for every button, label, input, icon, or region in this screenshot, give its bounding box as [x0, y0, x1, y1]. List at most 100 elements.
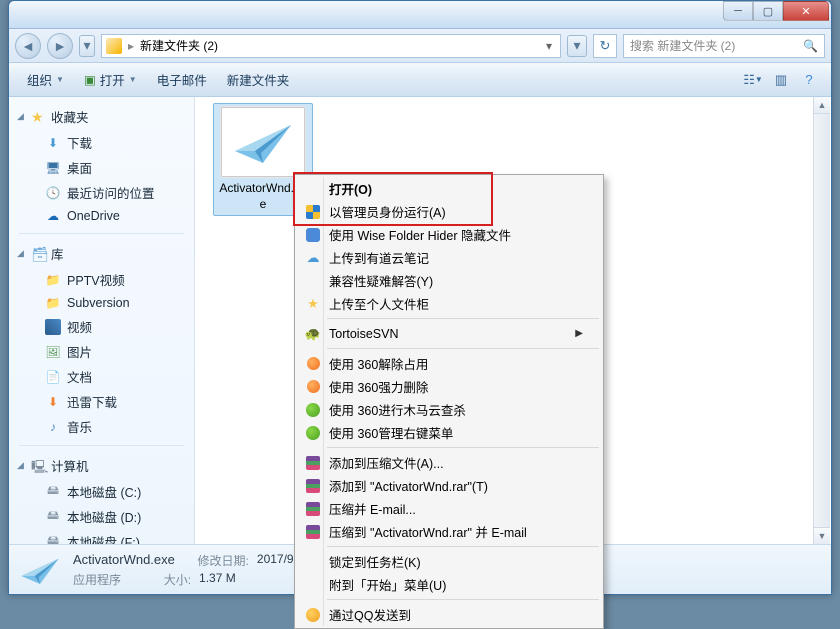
toolbar: 组织▼ ▣打开▼ 电子邮件 新建文件夹 ☷ ▼ ▥ ?	[9, 63, 831, 97]
ctx-pin-taskbar[interactable]: 锁定到任务栏(K)	[297, 550, 601, 573]
status-filename: ActivatorWnd.exe	[73, 552, 175, 569]
breadcrumb[interactable]: ▸ 新建文件夹 (2) ▾	[101, 34, 561, 58]
breadcrumb-path: 新建文件夹 (2)	[140, 37, 218, 54]
cloud-icon: ☁	[304, 249, 322, 267]
file-thumbnail	[221, 107, 305, 177]
open-menu[interactable]: ▣打开▼	[76, 66, 145, 93]
ctx-pin-start[interactable]: 附到「开始」菜单(U)	[297, 573, 601, 596]
breadcrumb-dropdown[interactable]: ▾	[542, 39, 556, 53]
sidebar-item-thunder[interactable]: ⬇迅雷下载	[9, 389, 194, 414]
ctx-open[interactable]: 打开(O)	[297, 177, 601, 200]
sidebar-item-drive-d[interactable]: 🖴本地磁盘 (D:)	[9, 504, 194, 529]
minimize-button[interactable]: ─	[723, 1, 753, 21]
disk-icon: 🖴	[45, 534, 61, 545]
ctx-wise-hide[interactable]: 使用 Wise Folder Hider 隐藏文件	[297, 223, 601, 246]
360-icon	[307, 357, 320, 370]
computer-icon: 🖳	[31, 458, 47, 474]
library-icon: 🗃	[31, 246, 47, 262]
history-dropdown[interactable]: ▾	[79, 35, 95, 57]
ctx-run-as-admin[interactable]: 以管理员身份运行(A)	[297, 200, 601, 223]
documents-icon: 📄	[45, 369, 61, 385]
libraries-header[interactable]: ◢ 🗃 库	[9, 240, 194, 267]
disk-icon: 🖴	[45, 484, 61, 500]
navigation-pane: ◢ ★ 收藏夹 ⬇下载 🖥桌面 🕓最近访问的位置 ☁OneDrive ◢ 🗃 库…	[9, 97, 195, 544]
new-folder-button[interactable]: 新建文件夹	[219, 66, 298, 93]
ctx-add-to-rar[interactable]: 添加到 "ActivatorWnd.rar"(T)	[297, 474, 601, 497]
onedrive-icon: ☁	[45, 208, 61, 224]
rar-icon	[306, 502, 320, 516]
collapse-icon: ◢	[17, 460, 27, 471]
favorites-header[interactable]: ◢ ★ 收藏夹	[9, 103, 194, 130]
sidebar-item-downloads[interactable]: ⬇下载	[9, 130, 194, 155]
ctx-360-unlock[interactable]: 使用 360解除占用	[297, 352, 601, 375]
ctx-send-qq[interactable]: 通过QQ发送到	[297, 603, 601, 626]
folder-icon	[106, 38, 122, 54]
scroll-down-button[interactable]: ▼	[814, 527, 830, 544]
search-input[interactable]: 搜索 新建文件夹 (2) 🔍	[623, 34, 825, 58]
collapse-icon: ◢	[17, 111, 27, 122]
view-options-button[interactable]: ☷ ▼	[741, 69, 765, 91]
address-bar: ◄ ► ▾ ▸ 新建文件夹 (2) ▾ ▾ ↻ 搜索 新建文件夹 (2) 🔍	[9, 29, 831, 63]
sidebar-item-recent[interactable]: 🕓最近访问的位置	[9, 180, 194, 205]
folder-icon: 📁	[45, 295, 61, 311]
sidebar-item-drive-e[interactable]: 🖴本地磁盘 (F:)	[9, 529, 194, 544]
refresh-button[interactable]: ↻	[593, 34, 617, 58]
recent-icon: 🕓	[45, 185, 61, 201]
ctx-compat-troubleshoot[interactable]: 兼容性疑难解答(Y)	[297, 269, 601, 292]
wise-icon	[306, 228, 320, 242]
previous-locations-button[interactable]: ▾	[567, 35, 587, 57]
sidebar-item-pictures[interactable]: 🖼图片	[9, 339, 194, 364]
star-icon: ★	[31, 109, 47, 125]
ctx-360-manage-menu[interactable]: 使用 360管理右键菜单	[297, 421, 601, 444]
ctx-tortoisesvn[interactable]: 🐢TortoiseSVN▶	[297, 322, 601, 345]
sidebar-item-music[interactable]: ♪音乐	[9, 414, 194, 439]
collapse-icon: ◢	[17, 248, 27, 259]
organize-menu[interactable]: 组织▼	[19, 66, 72, 93]
thunder-icon: ⬇	[45, 394, 61, 410]
status-thumbnail	[19, 552, 61, 588]
scrollbar-vertical[interactable]: ▲ ▼	[813, 97, 830, 544]
sidebar-item-documents[interactable]: 📄文档	[9, 364, 194, 389]
video-icon	[45, 319, 61, 335]
ctx-upload-cabinet[interactable]: ★上传至个人文件柜	[297, 292, 601, 315]
computer-header[interactable]: ◢ 🖳 计算机	[9, 452, 194, 479]
email-button[interactable]: 电子邮件	[149, 66, 215, 93]
ctx-add-archive[interactable]: 添加到压缩文件(A)...	[297, 451, 601, 474]
preview-pane-button[interactable]: ▥	[769, 69, 793, 91]
ctx-360-scan[interactable]: 使用 360进行木马云查杀	[297, 398, 601, 421]
search-placeholder: 搜索 新建文件夹 (2)	[630, 37, 735, 54]
disk-icon: 🖴	[45, 509, 61, 525]
status-type: 应用程序	[73, 571, 121, 588]
360-icon	[306, 426, 320, 440]
ctx-compress-email[interactable]: 压缩并 E-mail...	[297, 497, 601, 520]
360-icon	[306, 403, 320, 417]
search-icon: 🔍	[803, 39, 818, 53]
download-icon: ⬇	[45, 135, 61, 151]
ctx-youdao-upload[interactable]: ☁上传到有道云笔记	[297, 246, 601, 269]
rar-icon	[306, 479, 320, 493]
context-menu: 打开(O) 以管理员身份运行(A) 使用 Wise Folder Hider 隐…	[294, 174, 604, 629]
help-button[interactable]: ?	[797, 69, 821, 91]
close-button[interactable]: ✕	[783, 1, 829, 21]
forward-button[interactable]: ►	[47, 33, 73, 59]
chevron-right-icon: ▸	[128, 39, 134, 53]
back-button[interactable]: ◄	[15, 33, 41, 59]
turtle-icon: 🐢	[304, 325, 322, 343]
chevron-right-icon: ▶	[575, 328, 583, 339]
sidebar-item-desktop[interactable]: 🖥桌面	[9, 155, 194, 180]
ctx-360-force-delete[interactable]: 使用 360强力删除	[297, 375, 601, 398]
titlebar: ─ ▢ ✕	[9, 1, 831, 29]
scroll-up-button[interactable]: ▲	[814, 97, 830, 114]
shield-icon	[306, 205, 320, 219]
qq-icon	[306, 608, 320, 622]
sidebar-item-onedrive[interactable]: ☁OneDrive	[9, 205, 194, 227]
music-icon: ♪	[45, 419, 61, 435]
ctx-compress-to-email[interactable]: 压缩到 "ActivatorWnd.rar" 并 E-mail	[297, 520, 601, 543]
sidebar-item-subversion[interactable]: 📁Subversion	[9, 292, 194, 314]
sidebar-item-pptv[interactable]: 📁PPTV视频	[9, 267, 194, 292]
star-icon: ★	[304, 295, 322, 313]
sidebar-item-video[interactable]: 视频	[9, 314, 194, 339]
sidebar-item-drive-c[interactable]: 🖴本地磁盘 (C:)	[9, 479, 194, 504]
maximize-button[interactable]: ▢	[753, 1, 783, 21]
folder-icon: 📁	[45, 272, 61, 288]
